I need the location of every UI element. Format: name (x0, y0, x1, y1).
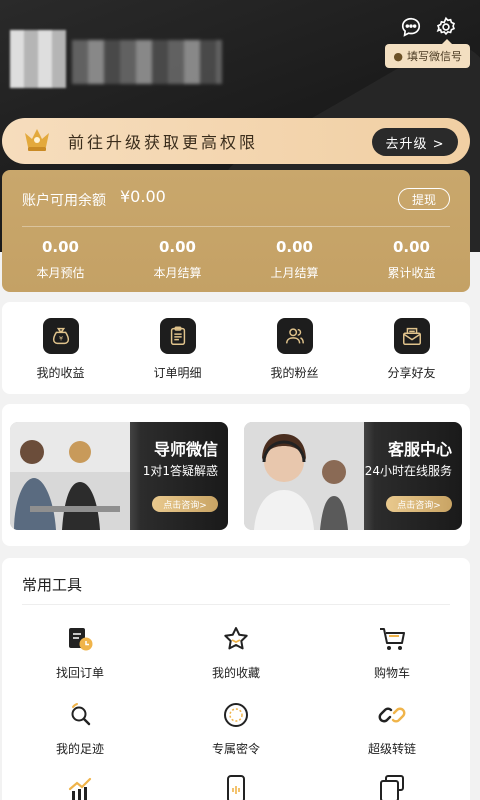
trend-icon (65, 772, 95, 800)
user-name-blurred (72, 40, 222, 84)
banner-subtitle: 24小时在线服务 (364, 464, 452, 478)
star-icon (221, 624, 251, 654)
quick-label: 订单明细 (153, 366, 202, 380)
tool-cart[interactable]: 购物车 (332, 624, 452, 681)
users-icon (276, 318, 313, 354)
stat-month-estimate[interactable]: 0.00 本月预估 (2, 238, 119, 281)
quick-order-details[interactable]: 订单明细 (119, 302, 236, 394)
tool-label: 我的收藏 (211, 666, 260, 680)
service-banners: 导师微信 1对1答疑解惑 点击咨询> 客服中心 24小时在线服务 点击咨询> (2, 404, 470, 546)
consult-button[interactable]: 点击咨询> (386, 496, 452, 512)
wechat-icon: ● (393, 49, 403, 63)
service-photo (244, 422, 364, 530)
tool-cards[interactable] (332, 772, 452, 800)
tool-recover-order[interactable]: 找回订单 (20, 624, 140, 681)
wechat-tag-label: 填写微信号 (407, 50, 462, 63)
quick-label: 分享好友 (387, 366, 436, 380)
order-recover-icon (65, 624, 95, 654)
stat-value: 0.00 (158, 238, 196, 256)
stat-value: 0.00 (392, 238, 430, 256)
tools-title: 常用工具 (22, 576, 83, 594)
stat-last-month-settled[interactable]: 0.00 上月结算 (236, 238, 353, 281)
quick-my-fans[interactable]: 我的粉丝 (236, 302, 353, 394)
message-icon[interactable] (398, 14, 424, 40)
tool-super-link[interactable]: 超级转链 (332, 700, 452, 757)
stat-label: 本月预估 (36, 266, 85, 280)
tool-my-footprint[interactable]: 我的足迹 (20, 700, 140, 757)
footprint-icon (65, 700, 95, 730)
stat-value: 0.00 (275, 238, 313, 256)
quick-my-earnings[interactable]: ¥ 我的收益 (2, 302, 119, 394)
quick-share-friends[interactable]: 分享好友 (353, 302, 470, 394)
wechat-id-tag[interactable]: ● 填写微信号 (385, 39, 470, 68)
consult-button[interactable]: 点击咨询> (152, 496, 218, 512)
avatar[interactable] (10, 30, 66, 88)
stat-value: 0.00 (41, 238, 79, 256)
tool-label: 我的足迹 (55, 742, 104, 756)
gear-icon[interactable] (433, 14, 459, 40)
link-icon (377, 700, 407, 730)
envelope-icon (393, 318, 430, 354)
cart-icon (377, 624, 407, 654)
quick-label: 我的粉丝 (270, 366, 319, 380)
balance-value: ¥0.00 (120, 187, 166, 206)
banner-title: 客服中心 (387, 440, 452, 459)
balance-divider (22, 226, 450, 227)
stat-label: 累计收益 (387, 266, 436, 280)
tool-phone[interactable] (176, 772, 296, 800)
money-bag-icon: ¥ (42, 318, 79, 354)
tool-trend[interactable] (20, 772, 140, 800)
tool-my-favorites[interactable]: 我的收藏 (176, 624, 296, 681)
tool-label: 专属密令 (211, 742, 260, 756)
withdraw-button[interactable]: 提现 (398, 188, 450, 210)
mentor-photo (10, 422, 130, 530)
tools-card: 常用工具 找回订单 我的收藏 购物车 我的足迹 专属密令 超级转链 (2, 558, 470, 800)
banner-subtitle: 1对1答疑解惑 (142, 464, 218, 478)
stat-label: 本月结算 (153, 266, 202, 280)
tools-divider (22, 604, 450, 605)
secret-code-icon (221, 700, 251, 730)
tool-secret-code[interactable]: 专属密令 (176, 700, 296, 757)
phone-icon (221, 772, 251, 800)
quick-actions: ¥ 我的收益 订单明细 我的粉丝 分享好友 (2, 302, 470, 394)
tool-label: 购物车 (373, 666, 410, 680)
balance-card: 账户可用余额 ¥0.00 提现 0.00 本月预估 0.00 本月结算 0.00… (2, 170, 470, 292)
banner-title: 导师微信 (153, 440, 218, 459)
stat-month-settled[interactable]: 0.00 本月结算 (119, 238, 236, 281)
stat-total-earnings[interactable]: 0.00 累计收益 (353, 238, 470, 281)
stat-label: 上月结算 (270, 266, 319, 280)
tool-label: 找回订单 (55, 666, 104, 680)
tool-label: 超级转链 (367, 742, 416, 756)
quick-label: 我的收益 (36, 366, 85, 380)
svg-text:¥: ¥ (58, 335, 62, 343)
crown-icon (22, 125, 52, 157)
upgrade-button[interactable]: 去升级 > (372, 128, 458, 156)
stats-row: 0.00 本月预估 0.00 本月结算 0.00 上月结算 0.00 累计收益 (2, 238, 470, 281)
clipboard-icon (159, 318, 196, 354)
mentor-wechat-banner[interactable]: 导师微信 1对1答疑解惑 点击咨询> (10, 422, 228, 530)
upgrade-bar[interactable]: 前往升级获取更高权限 去升级 > (2, 118, 470, 164)
cards-icon (377, 772, 407, 800)
upgrade-text: 前往升级获取更高权限 (68, 133, 259, 152)
balance-label: 账户可用余额 (22, 193, 106, 209)
customer-service-banner[interactable]: 客服中心 24小时在线服务 点击咨询> (244, 422, 462, 530)
